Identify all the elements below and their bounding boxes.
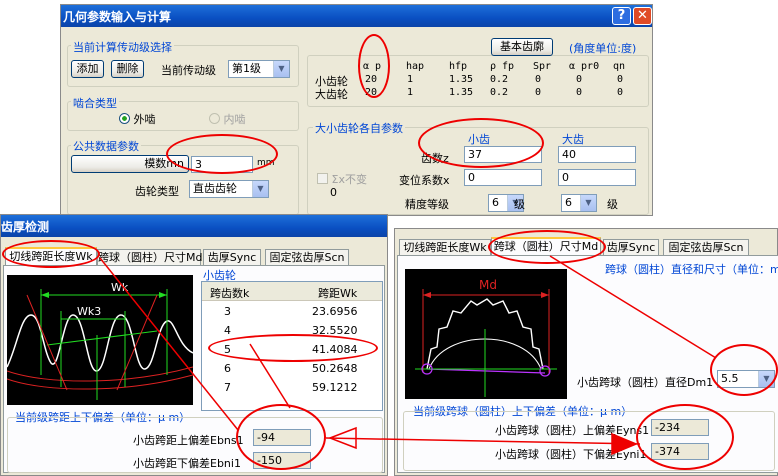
- annotation-arrows: [99, 255, 717, 456]
